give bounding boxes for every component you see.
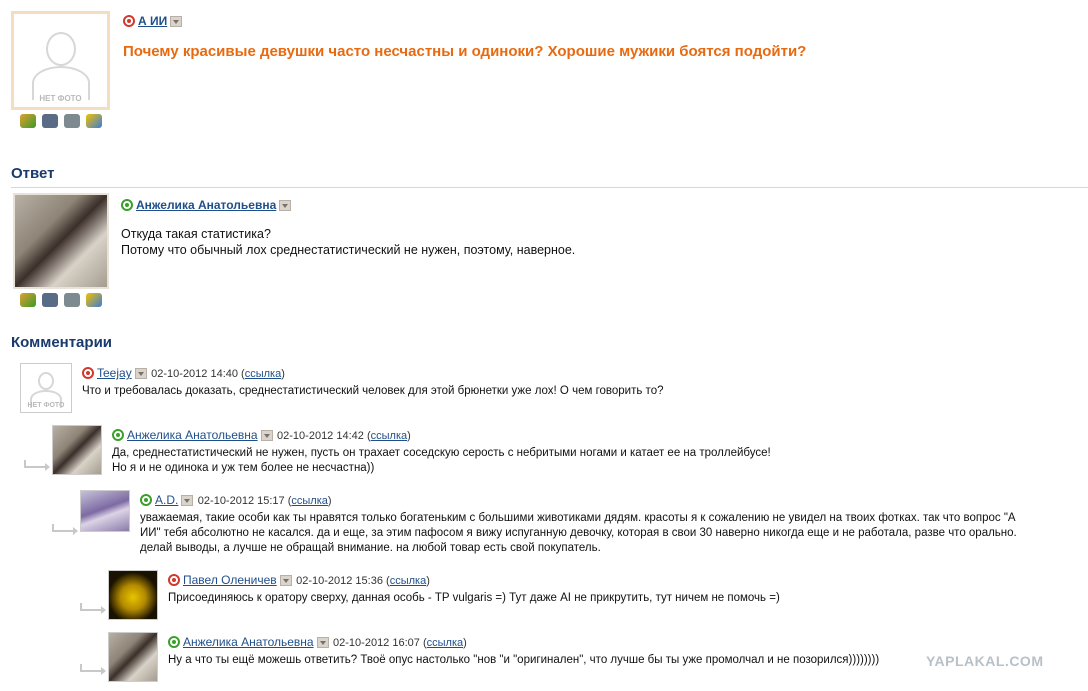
comment-permalink[interactable]: ссылка xyxy=(427,637,464,649)
question-user-tools xyxy=(20,114,108,133)
reply-arrow-icon xyxy=(80,664,106,675)
comment-line: Ну а что ты ещё можешь ответить? Твоё оп… xyxy=(168,654,880,666)
user-menu-dropdown-icon[interactable] xyxy=(260,430,273,441)
comment-text: Присоединяюсь к оратору сверху, данная о… xyxy=(168,591,780,606)
user-menu-dropdown-icon[interactable] xyxy=(134,368,147,379)
user-at-icon xyxy=(168,636,180,648)
comment-date: 02-10-2012 14:42 (ссылка) xyxy=(277,430,411,442)
comment-header: Анжелика Анатольевна 02-10-2012 14:42 (с… xyxy=(112,426,411,444)
comment-avatar[interactable]: НЕТ ФОТО xyxy=(20,363,72,413)
user-menu-dropdown-icon[interactable] xyxy=(279,575,292,586)
answer-heading: Ответ xyxy=(11,165,55,182)
comment-line: Да, среднестатистический не нужен, пусть… xyxy=(112,447,771,459)
friends-icon[interactable] xyxy=(20,114,36,128)
comment-date: 02-10-2012 16:07 (ссылка) xyxy=(333,637,467,649)
user-menu-dropdown-icon[interactable] xyxy=(316,637,329,648)
camera-icon[interactable] xyxy=(42,293,58,307)
comment-permalink[interactable]: ссылка xyxy=(245,368,282,380)
comment-line: уважаемая, такие особи как ты нравятся т… xyxy=(140,512,1016,524)
comment-date: 02-10-2012 15:17 (ссылка) xyxy=(197,495,332,507)
reply-arrow-icon xyxy=(24,460,50,471)
user-at-icon xyxy=(140,494,152,506)
edit-icon[interactable] xyxy=(86,114,102,128)
video-icon[interactable] xyxy=(64,293,80,307)
user-at-icon xyxy=(168,574,180,586)
answer-line: Откуда такая статистика? xyxy=(121,227,271,241)
answer-line: Потому что обычный лох среднестатистичес… xyxy=(121,243,576,257)
user-at-icon xyxy=(123,15,135,27)
comment-permalink[interactable]: ссылка xyxy=(390,575,427,587)
question-avatar[interactable]: НЕТ ФОТО xyxy=(11,11,110,110)
no-photo-label: НЕТ ФОТО xyxy=(39,94,82,103)
answer-avatar[interactable] xyxy=(13,193,109,289)
no-photo-label: НЕТ ФОТО xyxy=(27,402,65,409)
comment-author-link[interactable]: A.D. xyxy=(155,493,178,507)
comment-date: 02-10-2012 15:36 (ссылка) xyxy=(296,575,430,587)
comment-header: Анжелика Анатольевна 02-10-2012 16:07 (с… xyxy=(168,633,467,651)
reply-arrow-icon xyxy=(52,524,78,535)
answer-header: Анжелика Анатольевна xyxy=(121,196,292,214)
comment-line: ИИ" тебя абсолютно не касался. да и еще,… xyxy=(140,527,1017,539)
comment-line: Что и требовалась доказать, среднестатис… xyxy=(82,385,664,397)
answer-divider xyxy=(11,187,1088,188)
site-watermark: YAPLAKAL.COM xyxy=(926,653,1044,669)
question-author-link[interactable]: А ИИ xyxy=(138,14,167,28)
edit-icon[interactable] xyxy=(86,293,102,307)
comment-avatar[interactable] xyxy=(52,425,102,475)
comment-line: Присоединяюсь к оратору сверху, данная о… xyxy=(168,592,780,604)
user-menu-dropdown-icon[interactable] xyxy=(170,16,183,27)
comment-line: делай выводы, а лучше не обращай внимани… xyxy=(140,542,601,554)
friends-icon[interactable] xyxy=(20,293,36,307)
comment-text: уважаемая, такие особи как ты нравятся т… xyxy=(140,511,1017,556)
comment-header: Павел Оленичев 02-10-2012 15:36 (ссылка) xyxy=(168,571,430,589)
comment-date: 02-10-2012 14:40 (ссылка) xyxy=(151,368,285,380)
comment-line: Но я и не одинока и уж тем более не несч… xyxy=(112,462,375,474)
comment-text: Ну а что ты ещё можешь ответить? Твоё оп… xyxy=(168,653,879,668)
comment-author-link[interactable]: Анжелика Анатольевна xyxy=(183,635,314,649)
user-at-icon xyxy=(82,367,94,379)
user-menu-dropdown-icon[interactable] xyxy=(279,200,292,211)
comment-author-link[interactable]: Павел Оленичев xyxy=(183,573,277,587)
comment-text: Что и требовалась доказать, среднестатис… xyxy=(82,384,663,399)
comment-header: A.D. 02-10-2012 15:17 (ссылка) xyxy=(140,491,332,509)
comment-avatar[interactable] xyxy=(80,490,130,532)
comment-header: Teejay 02-10-2012 14:40 (ссылка) xyxy=(82,364,285,382)
comment-permalink[interactable]: ссылка xyxy=(371,430,408,442)
comment-text: Да, среднестатистический не нужен, пусть… xyxy=(112,446,771,476)
video-icon[interactable] xyxy=(64,114,80,128)
comment-avatar[interactable] xyxy=(108,632,158,682)
comment-author-link[interactable]: Анжелика Анатольевна xyxy=(127,428,258,442)
camera-icon[interactable] xyxy=(42,114,58,128)
question-header: А ИИ xyxy=(123,12,183,30)
comment-author-link[interactable]: Teejay xyxy=(97,366,132,380)
answer-author-link[interactable]: Анжелика Анатольевна xyxy=(136,198,276,212)
answer-text: Откуда такая статистика? Потому что обыч… xyxy=(121,226,575,258)
comments-heading: Комментарии xyxy=(11,334,113,351)
question-title: Почему красивые девушки часто несчастны … xyxy=(123,43,807,60)
reply-arrow-icon xyxy=(80,603,106,614)
comment-permalink[interactable]: ссылка xyxy=(291,495,328,507)
user-at-icon xyxy=(112,429,124,441)
user-at-icon xyxy=(121,199,133,211)
user-menu-dropdown-icon[interactable] xyxy=(181,495,194,506)
no-photo-head-icon xyxy=(46,32,76,66)
answer-user-tools xyxy=(20,293,108,312)
no-photo-head-icon xyxy=(38,372,54,390)
comment-avatar[interactable] xyxy=(108,570,158,620)
